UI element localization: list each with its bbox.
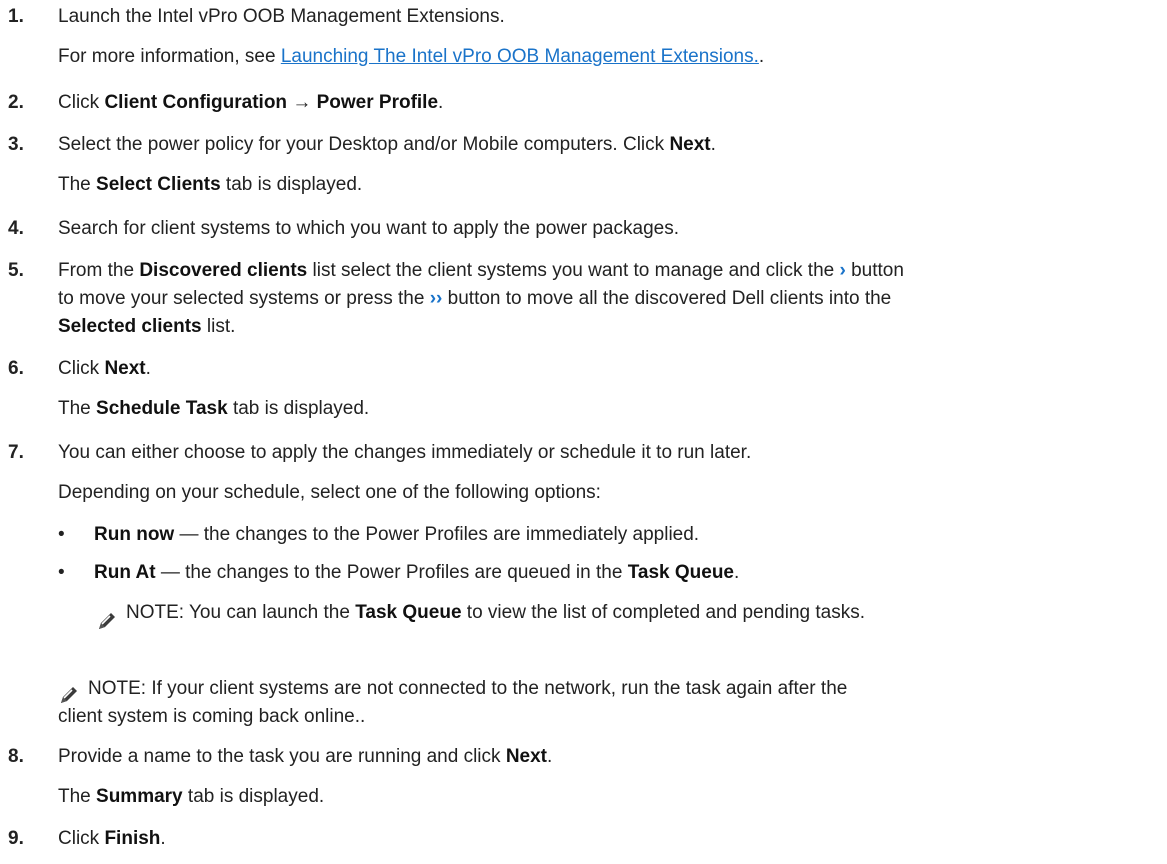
power-profile-label: Power Profile	[316, 92, 439, 113]
finish-label: Finish	[104, 828, 161, 849]
step-text: Provide a name to the task you are runni…	[58, 746, 506, 767]
period: .	[160, 828, 166, 849]
note-text: You can launch the	[184, 602, 356, 623]
step-3-result: The Select Clients tab is displayed.	[58, 172, 362, 198]
step-5-line-2: to move your selected systems or press t…	[58, 286, 891, 312]
next-label: Next	[669, 134, 711, 155]
instructions-page: 1. Launch the Intel vPro OOB Management …	[0, 0, 1167, 864]
step-number: 8.	[8, 746, 24, 767]
step-text: button	[845, 260, 904, 281]
more-info-prefix: For more information, see	[58, 46, 281, 67]
step-number: 4.	[8, 218, 24, 239]
note-2-line-1: NOTE: If your client systems are not con…	[88, 676, 847, 702]
more-info-suffix: .	[758, 46, 765, 67]
task-queue-label: Task Queue	[355, 602, 462, 623]
select-clients-label: Select Clients	[96, 174, 221, 195]
bullet: •	[58, 524, 65, 545]
step-text: Depending on your schedule, select one o…	[58, 482, 601, 503]
step-9-text: Click Finish.	[58, 826, 166, 852]
step-text: Click	[58, 358, 105, 379]
step-7-text-2: Depending on your schedule, select one o…	[58, 480, 601, 506]
result-text: tab is displayed.	[182, 786, 325, 807]
step-text: Select the power policy for your Desktop…	[58, 134, 670, 155]
period: .	[438, 92, 444, 113]
next-label: Next	[505, 746, 547, 767]
task-queue-label: Task Queue	[627, 562, 734, 583]
note-2-line-2: client system is coming back online..	[58, 704, 365, 730]
selected-clients-label: Selected clients	[58, 316, 202, 337]
pencil-note-icon	[96, 610, 118, 632]
result-text: The	[58, 174, 97, 195]
step-number: 5.	[8, 260, 24, 281]
note-1: NOTE: You can launch the Task Queue to v…	[126, 600, 865, 626]
step-number: 2.	[8, 92, 24, 113]
run-now-label: Run now	[94, 524, 175, 545]
step-text: Search for client systems to which you w…	[58, 218, 679, 239]
step-text: list select the client systems you want …	[307, 260, 840, 281]
step-6-result: The Schedule Task tab is displayed.	[58, 396, 369, 422]
period: .	[734, 562, 740, 583]
step-8-text: Provide a name to the task you are runni…	[58, 744, 552, 770]
result-text: tab is displayed.	[227, 398, 370, 419]
step-text: button to move all the discovered Dell c…	[442, 288, 892, 309]
step-5-line-1: From the Discovered clients list select …	[58, 258, 904, 284]
result-text: The	[58, 398, 97, 419]
step-number: 9.	[8, 828, 24, 849]
step-7-text: You can either choose to apply the chang…	[58, 440, 751, 466]
pencil-note-icon	[58, 684, 80, 706]
step-text: Click	[58, 92, 105, 113]
step-text: From the	[58, 260, 140, 281]
step-text: Launch the Intel vPro OOB Management Ext…	[58, 6, 505, 27]
step-text: to move your selected systems or press t…	[58, 288, 430, 309]
note-label: NOTE:	[126, 602, 185, 623]
step-5-line-3: Selected clients list.	[58, 314, 235, 340]
move-all-chevron-icon: ››	[429, 288, 443, 309]
bullet: •	[58, 562, 65, 583]
period: .	[145, 358, 151, 379]
menu-arrow: →	[287, 92, 317, 113]
step-number: 1.	[8, 6, 24, 27]
result-text: The	[58, 786, 97, 807]
option-text: — the changes to the Power Profiles are …	[155, 562, 628, 583]
next-label: Next	[104, 358, 146, 379]
step-text: You can either choose to apply the chang…	[58, 442, 752, 463]
note-label: NOTE:	[88, 678, 147, 699]
client-configuration-label: Client Configuration	[104, 92, 288, 113]
option-text: — the changes to the Power Profiles are …	[174, 524, 700, 545]
step-1-text: Launch the Intel vPro OOB Management Ext…	[58, 4, 505, 30]
step-text: list.	[201, 316, 236, 337]
period: .	[710, 134, 716, 155]
option-run-at: Run At — the changes to the Power Profil…	[94, 560, 739, 586]
discovered-clients-label: Discovered clients	[139, 260, 308, 281]
step-number: 7.	[8, 442, 24, 463]
step-text: Click	[58, 828, 105, 849]
step-4-text: Search for client systems to which you w…	[58, 216, 679, 242]
note-text: client system is coming back online..	[58, 706, 366, 727]
step-2-text: Click Client Configuration → Power Profi…	[58, 90, 443, 116]
step-8-result: The Summary tab is displayed.	[58, 784, 324, 810]
summary-label: Summary	[96, 786, 183, 807]
period: .	[547, 746, 553, 767]
step-6-text: Click Next.	[58, 356, 151, 382]
step-3-text: Select the power policy for your Desktop…	[58, 132, 716, 158]
option-run-now: Run now — the changes to the Power Profi…	[94, 522, 699, 548]
note-text: to view the list of completed and pendin…	[461, 602, 865, 623]
run-at-label: Run At	[94, 562, 156, 583]
step-number: 3.	[8, 134, 24, 155]
note-text: If your client systems are not connected…	[146, 678, 848, 699]
step-number: 6.	[8, 358, 24, 379]
result-text: tab is displayed.	[220, 174, 363, 195]
launch-extensions-link[interactable]: Launching The Intel vPro OOB Management …	[281, 46, 759, 67]
schedule-task-label: Schedule Task	[96, 398, 228, 419]
step-1-more-info: For more information, see Launching The …	[58, 44, 764, 70]
